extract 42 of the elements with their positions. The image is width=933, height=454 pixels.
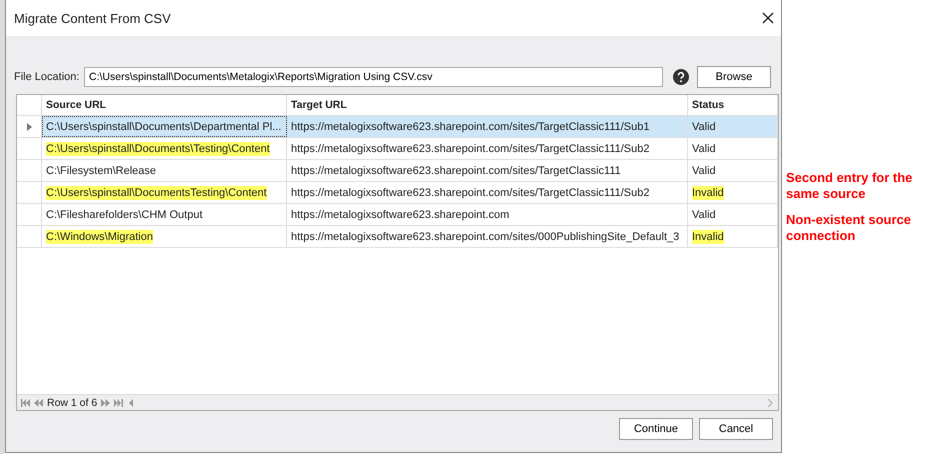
table-row[interactable]: C:\Users\spinstall\DocumentsTesting\Content https://metalogixsoftware623.sharepoint.com/sites/TargetClassic111/Sub2 Invalid <box>17 182 778 204</box>
table-row[interactable]: C:\Users\spinstall\Documents\Testing\Content https://metalogixsoftware623.sharepoint.com/sites/TargetClassic111/Sub2 Valid <box>17 138 778 160</box>
table-cell[interactable]: Valid <box>688 160 778 181</box>
table-cell[interactable]: https://metalogixsoftware623.sharepoint.com/sites/TargetClassic111/Sub2 <box>287 182 688 203</box>
table-cell[interactable]: https://metalogixsoftware623.sharepoint.com/sites/TargetClassic111/Sub1 <box>287 116 688 137</box>
table-cell[interactable]: https://metalogixsoftware623.sharepoint.com <box>287 204 688 225</box>
table-cell[interactable]: Valid <box>688 116 778 137</box>
annotation-note: Non-existent source connection <box>786 212 912 244</box>
dialog-button[interactable]: Cancel <box>699 418 773 440</box>
next-icon[interactable] <box>101 398 110 406</box>
table-row[interactable]: C:\Filesystem\Release https://metalogixsoftware623.sharepoint.com/sites/TargetClassic111 Valid <box>17 160 778 182</box>
table-cell[interactable]: C:\Users\spinstall\Documents\Departmental Pl... <box>42 116 287 137</box>
table-cell[interactable]: Invalid <box>688 226 778 247</box>
table-cell[interactable]: Valid <box>688 204 778 225</box>
scroll-right-icon[interactable] <box>765 398 774 406</box>
table-cell[interactable]: C:\Windows\Migration <box>42 226 287 247</box>
table-cell[interactable]: Valid <box>688 138 778 159</box>
field-label: File Location: <box>14 71 80 83</box>
row-indicator-icon <box>26 122 32 130</box>
close-icon[interactable] <box>761 11 775 25</box>
row-counter: Row 1 of 6 <box>47 396 98 408</box>
column-header[interactable]: Source URL <box>42 95 287 115</box>
table-row[interactable]: C:\Users\spinstall\Documents\Departmental Pl... https://metalogixsoftware623.sharepoint.com/sites/TargetClassic111/Sub1 Valid <box>17 116 778 138</box>
table-cell[interactable]: Invalid <box>688 182 778 203</box>
last-icon[interactable] <box>114 398 124 406</box>
table-cell[interactable]: C:\Filesharefolders\CHM Output <box>42 204 287 225</box>
first-icon[interactable] <box>21 398 30 406</box>
column-header[interactable]: Status <box>688 95 778 115</box>
table-cell[interactable]: https://metalogixsoftware623.sharepoint.com/sites/000PublishingSite_Default_3 <box>287 226 688 247</box>
table-row[interactable]: C:\Filesharefolders\CHM Output https://metalogixsoftware623.sharepoint.com Valid <box>17 204 778 226</box>
table-cell[interactable]: https://metalogixsoftware623.sharepoint.com/sites/TargetClassic111/Sub2 <box>287 138 688 159</box>
table-cell[interactable]: C:\Filesystem\Release <box>42 160 287 181</box>
file-location-field[interactable]: C:\Users\spinstall\Documents\Metalogix\Reports\Migration Using CSV.csv <box>84 67 663 87</box>
help-icon[interactable] <box>673 69 689 85</box>
table-row[interactable]: C:\Windows\Migration https://metalogixsoftware623.sharepoint.com/sites/000PublishingSite_Default_3 Invalid <box>17 226 778 248</box>
dialog-button[interactable]: Continue <box>619 418 693 440</box>
browse-button[interactable]: Browse <box>697 66 771 88</box>
previous-icon[interactable] <box>34 398 43 406</box>
annotation-note: Second entry for the same source <box>786 170 914 202</box>
table-cell[interactable]: https://metalogixsoftware623.sharepoint.com/sites/TargetClassic111 <box>287 160 688 181</box>
window-title: Migrate Content From CSV <box>14 10 171 26</box>
column-header[interactable]: Target URL <box>287 95 688 115</box>
